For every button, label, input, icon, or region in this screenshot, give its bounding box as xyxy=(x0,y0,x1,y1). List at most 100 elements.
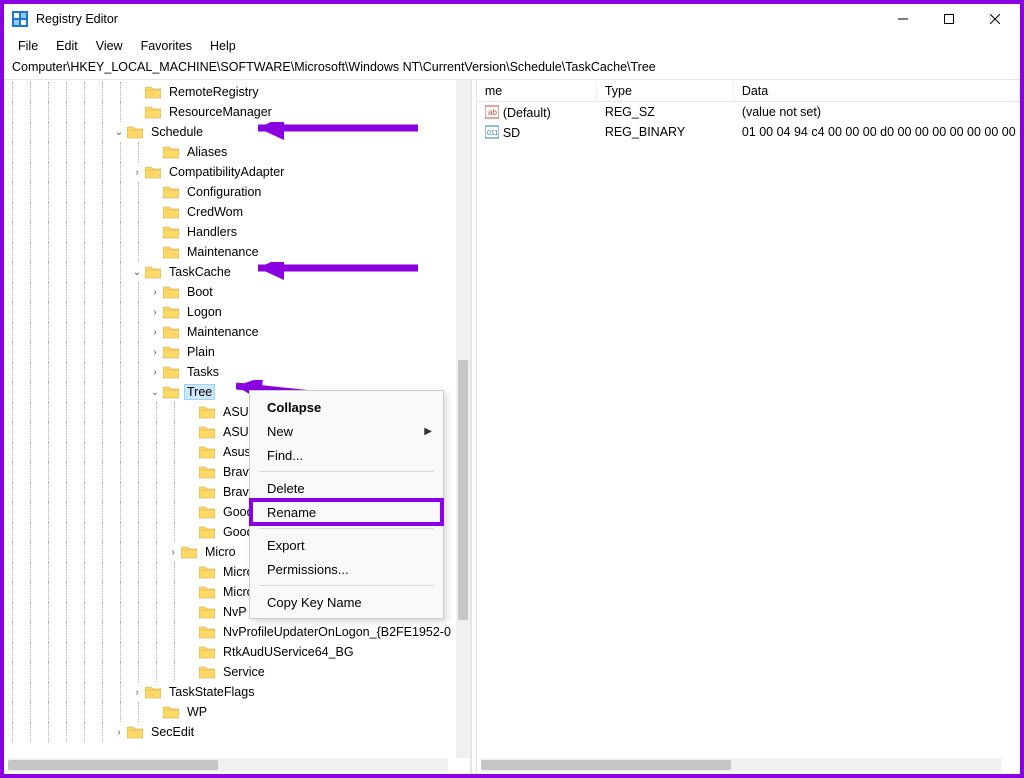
tree-item[interactable]: ›Handlers xyxy=(4,222,470,242)
tree-item-label[interactable]: Micro xyxy=(202,544,239,560)
value-list[interactable]: (Default)REG_SZ(value not set)SDREG_BINA… xyxy=(477,102,1020,142)
chevron-down-icon[interactable]: ⌄ xyxy=(130,265,144,279)
tree-item-label[interactable]: RemoteRegistry xyxy=(166,84,262,100)
value-row[interactable]: (Default)REG_SZ(value not set) xyxy=(477,102,1020,122)
tree-item-label[interactable]: Logon xyxy=(184,304,225,320)
menubar: File Edit View Favorites Help xyxy=(4,34,1020,58)
folder-icon xyxy=(199,565,215,579)
menu-item-find[interactable]: Find... xyxy=(251,443,442,467)
tree-item-label[interactable]: WP xyxy=(184,704,210,720)
tree-item[interactable]: › SecEdit xyxy=(4,722,470,742)
tree-item-label[interactable]: NvProfileUpdaterOnLogon_{B2FE1952-0 xyxy=(220,624,454,640)
menu-item-permissions[interactable]: Permissions... xyxy=(251,557,442,581)
tree-item-label[interactable]: TaskCache xyxy=(166,264,234,280)
tree-item-label[interactable]: Handlers xyxy=(184,224,240,240)
tree-item[interactable]: ⌄ Schedule xyxy=(4,122,470,142)
tree-item-label[interactable]: Tree xyxy=(184,384,215,400)
tree-item-label[interactable]: ResourceManager xyxy=(166,104,275,120)
chevron-right-icon[interactable]: › xyxy=(166,545,180,559)
menu-view[interactable]: View xyxy=(88,37,131,55)
tree-item-label[interactable]: RtkAudUService64_BG xyxy=(220,644,357,660)
tree-item[interactable]: › CompatibilityAdapter xyxy=(4,162,470,182)
menu-item-copy-key-name[interactable]: Copy Key Name xyxy=(251,590,442,614)
menu-item-export[interactable]: Export xyxy=(251,533,442,557)
value-data: (value not set) xyxy=(734,104,1020,120)
value-type: REG_SZ xyxy=(597,104,734,120)
tree-item[interactable]: ⌄ TaskCache xyxy=(4,262,470,282)
menu-item-rename[interactable]: Rename xyxy=(251,500,442,524)
menu-item-new[interactable]: New▶ xyxy=(251,419,442,443)
folder-icon xyxy=(199,645,215,659)
tree-item-label[interactable]: Tasks xyxy=(184,364,222,380)
menu-file[interactable]: File xyxy=(10,37,46,55)
chevron-down-icon[interactable]: ⌄ xyxy=(148,385,162,399)
tree-item-label[interactable]: Maintenance xyxy=(184,324,262,340)
tree-item-label[interactable]: CredWom xyxy=(184,204,246,220)
chevron-down-icon[interactable]: ⌄ xyxy=(112,125,126,139)
menu-separator xyxy=(259,528,434,529)
value-row[interactable]: SDREG_BINARY01 00 04 94 c4 00 00 00 d0 0… xyxy=(477,122,1020,142)
menu-item-delete[interactable]: Delete xyxy=(251,476,442,500)
menu-favorites[interactable]: Favorites xyxy=(133,37,200,55)
folder-icon xyxy=(199,625,215,639)
tree-item-label[interactable]: SecEdit xyxy=(148,724,197,740)
tree-item[interactable]: ›ResourceManager xyxy=(4,102,470,122)
folder-icon xyxy=(199,465,215,479)
tree-item[interactable]: ›Maintenance xyxy=(4,242,470,262)
tree-item[interactable]: ›RtkAudUService64_BG xyxy=(4,642,470,662)
folder-icon xyxy=(145,685,161,699)
tree-item[interactable]: › Logon xyxy=(4,302,470,322)
tree-item[interactable]: › Boot xyxy=(4,282,470,302)
tree-item[interactable]: ›Service xyxy=(4,662,470,682)
context-menu: CollapseNew▶Find... DeleteRename ExportPer… xyxy=(249,390,444,619)
tree-item-label[interactable]: Maintenance xyxy=(184,244,262,260)
folder-icon xyxy=(199,585,215,599)
tree-item[interactable]: › TaskStateFlags xyxy=(4,682,470,702)
address-bar[interactable]: Computer\HKEY_LOCAL_MACHINE\SOFTWARE\Mic… xyxy=(4,58,1020,80)
list-horizontal-scrollbar[interactable] xyxy=(481,758,1001,772)
tree-item[interactable]: ›Aliases xyxy=(4,142,470,162)
tree-item-label[interactable]: Configuration xyxy=(184,184,264,200)
tree-horizontal-scrollbar[interactable] xyxy=(8,758,448,772)
chevron-right-icon[interactable]: › xyxy=(148,305,162,319)
minimize-button[interactable] xyxy=(880,4,926,34)
chevron-right-icon[interactable]: › xyxy=(112,725,126,739)
folder-icon xyxy=(163,145,179,159)
app-icon xyxy=(12,11,28,27)
tree-item-label[interactable]: Schedule xyxy=(148,124,206,140)
tree-item-label[interactable]: Aliases xyxy=(184,144,230,160)
tree-item-label[interactable]: TaskStateFlags xyxy=(166,684,257,700)
value-name: SD xyxy=(503,126,520,140)
tree-item[interactable]: ›RemoteRegistry xyxy=(4,82,470,102)
maximize-button[interactable] xyxy=(926,4,972,34)
tree-item-label[interactable]: CompatibilityAdapter xyxy=(166,164,287,180)
chevron-right-icon[interactable]: › xyxy=(148,325,162,339)
string-value-icon xyxy=(485,105,499,119)
chevron-right-icon[interactable]: › xyxy=(148,285,162,299)
tree-item[interactable]: ›NvProfileUpdaterOnLogon_{B2FE1952-0 xyxy=(4,622,470,642)
chevron-right-icon[interactable]: › xyxy=(148,345,162,359)
binary-value-icon xyxy=(485,125,499,139)
chevron-right-icon[interactable]: › xyxy=(130,685,144,699)
tree-item[interactable]: › Plain xyxy=(4,342,470,362)
tree-item-label[interactable]: Service xyxy=(220,664,268,680)
chevron-right-icon[interactable]: › xyxy=(148,365,162,379)
tree-item[interactable]: › Maintenance xyxy=(4,322,470,342)
tree-item[interactable]: ›WP xyxy=(4,702,470,722)
tree-vertical-scrollbar[interactable] xyxy=(456,80,470,758)
col-header-type[interactable]: Type xyxy=(597,82,734,100)
tree-item-label[interactable]: Plain xyxy=(184,344,218,360)
values-pane: me Type Data (Default)REG_SZ(value not s… xyxy=(477,80,1020,774)
value-data: 01 00 04 94 c4 00 00 00 d0 00 00 00 00 0… xyxy=(734,124,1020,140)
tree-item[interactable]: › Tasks xyxy=(4,362,470,382)
close-button[interactable] xyxy=(972,4,1018,34)
chevron-right-icon[interactable]: › xyxy=(130,165,144,179)
col-header-data[interactable]: Data xyxy=(734,82,1020,100)
tree-item[interactable]: ›CredWom xyxy=(4,202,470,222)
menu-edit[interactable]: Edit xyxy=(48,37,86,55)
menu-help[interactable]: Help xyxy=(202,37,244,55)
menu-item-collapse[interactable]: Collapse xyxy=(251,395,442,419)
tree-item[interactable]: ›Configuration xyxy=(4,182,470,202)
col-header-name[interactable]: me xyxy=(477,82,597,100)
tree-item-label[interactable]: Boot xyxy=(184,284,216,300)
